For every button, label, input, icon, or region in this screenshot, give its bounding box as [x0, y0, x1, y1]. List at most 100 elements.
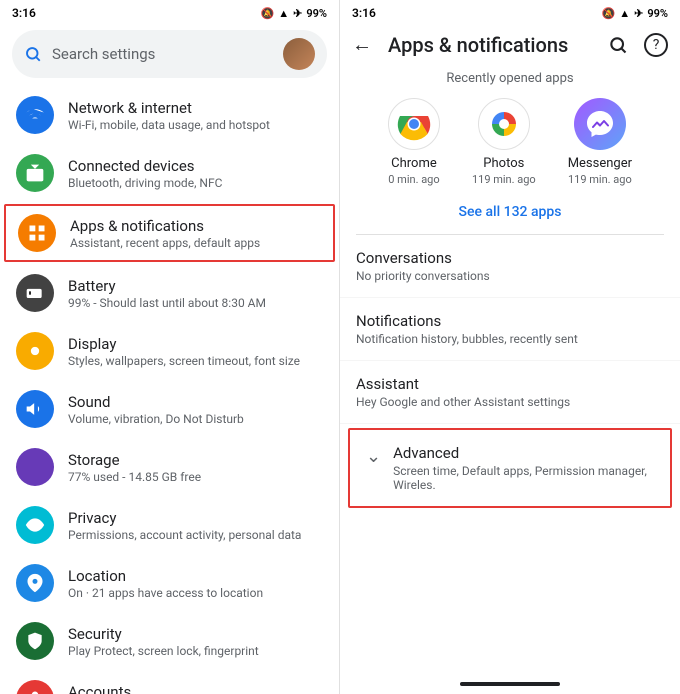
- app-messenger[interactable]: Messenger 119 min. ago: [568, 98, 632, 186]
- security-subtitle: Play Protect, screen lock, fingerprint: [68, 644, 323, 658]
- settings-item-apps[interactable]: Apps & notifications Assistant, recent a…: [4, 204, 335, 262]
- settings-item-accounts[interactable]: Accounts WhatsApp, Google, and Duo...: [0, 670, 339, 694]
- chevron-down-icon: ⌄: [366, 446, 381, 467]
- battery-text: Battery 99% - Should last until about 8:…: [68, 277, 323, 310]
- network-title: Network & internet: [68, 99, 323, 117]
- devices-title: Connected devices: [68, 157, 323, 175]
- menu-item-conversations[interactable]: Conversations No priority conversations: [340, 235, 680, 298]
- settings-item-network[interactable]: Network & internet Wi-Fi, mobile, data u…: [0, 86, 339, 144]
- devices-icon: [16, 154, 54, 192]
- app-chrome[interactable]: Chrome 0 min. ago: [388, 98, 440, 186]
- apps-text: Apps & notifications Assistant, recent a…: [70, 217, 321, 250]
- wifi-icon: ▲: [278, 7, 289, 20]
- messenger-time: 119 min. ago: [568, 173, 632, 186]
- photos-icon-circle: [478, 98, 530, 150]
- back-button[interactable]: ←: [352, 32, 372, 57]
- right-wifi-icon: ▲: [619, 7, 630, 20]
- messenger-svg: [585, 109, 615, 139]
- storage-icon: [16, 448, 54, 486]
- chrome-name: Chrome: [391, 156, 437, 171]
- app-icons-row: Chrome 0 min. ago Photos 119 min. ago: [340, 98, 680, 194]
- right-battery-icon: 99%: [647, 7, 668, 20]
- header-search-icon[interactable]: [608, 35, 628, 55]
- chrome-svg: [396, 106, 432, 142]
- settings-item-storage[interactable]: Storage 77% used - 14.85 GB free: [0, 438, 339, 496]
- see-all-link[interactable]: See all 132 apps: [340, 194, 680, 234]
- photos-svg: [486, 106, 522, 142]
- apps-title: Apps & notifications: [70, 217, 321, 235]
- assistant-title: Assistant: [356, 375, 664, 393]
- right-status-bar: 3:16 🔕 ▲ ✈ 99%: [340, 0, 680, 24]
- notifications-title: Notifications: [356, 312, 664, 330]
- search-icon: [24, 45, 42, 63]
- search-placeholder: Search settings: [52, 45, 273, 63]
- display-icon: [16, 332, 54, 370]
- devices-text: Connected devices Bluetooth, driving mod…: [68, 157, 323, 190]
- right-header-title: Apps & notifications: [388, 33, 592, 57]
- right-status-icons: 🔕 ▲ ✈ 99%: [602, 7, 669, 20]
- advanced-item[interactable]: ⌄ Advanced Screen time, Default apps, Pe…: [348, 428, 672, 508]
- app-photos[interactable]: Photos 119 min. ago: [472, 98, 536, 186]
- conversations-title: Conversations: [356, 249, 664, 267]
- display-text: Display Styles, wallpapers, screen timeo…: [68, 335, 323, 368]
- header-icons: ?: [608, 33, 668, 57]
- storage-subtitle: 77% used - 14.85 GB free: [68, 470, 323, 484]
- location-text: Location On · 21 apps have access to loc…: [68, 567, 323, 600]
- accounts-text: Accounts WhatsApp, Google, and Duo...: [68, 683, 323, 694]
- right-time: 3:16: [352, 6, 376, 20]
- left-time: 3:16: [12, 6, 36, 20]
- apps-subtitle: Assistant, recent apps, default apps: [70, 236, 321, 250]
- storage-text: Storage 77% used - 14.85 GB free: [68, 451, 323, 484]
- settings-item-sound[interactable]: Sound Volume, vibration, Do Not Disturb: [0, 380, 339, 438]
- header-help-icon[interactable]: ?: [644, 33, 668, 57]
- avatar[interactable]: [283, 38, 315, 70]
- battery-icon: 99%: [306, 7, 327, 20]
- settings-item-battery[interactable]: Battery 99% - Should last until about 8:…: [0, 264, 339, 322]
- privacy-icon: [16, 506, 54, 544]
- security-icon: [16, 622, 54, 660]
- advanced-text: Advanced Screen time, Default apps, Perm…: [393, 444, 654, 492]
- right-header: ← Apps & notifications ?: [340, 24, 680, 67]
- assistant-subtitle: Hey Google and other Assistant settings: [356, 395, 664, 409]
- accounts-title: Accounts: [68, 683, 323, 694]
- network-text: Network & internet Wi-Fi, mobile, data u…: [68, 99, 323, 132]
- bottom-bar: [340, 670, 680, 694]
- menu-item-assistant[interactable]: Assistant Hey Google and other Assistant…: [340, 361, 680, 424]
- airplane-icon: ✈: [293, 7, 302, 20]
- chrome-icon-circle: [388, 98, 440, 150]
- settings-item-devices[interactable]: Connected devices Bluetooth, driving mod…: [0, 144, 339, 202]
- privacy-subtitle: Permissions, account activity, personal …: [68, 528, 323, 542]
- accounts-icon: [16, 680, 54, 694]
- network-subtitle: Wi-Fi, mobile, data usage, and hotspot: [68, 118, 323, 132]
- recently-opened-label: Recently opened apps: [340, 67, 680, 98]
- settings-list: Network & internet Wi-Fi, mobile, data u…: [0, 86, 339, 694]
- privacy-text: Privacy Permissions, account activity, p…: [68, 509, 323, 542]
- settings-item-location[interactable]: Location On · 21 apps have access to loc…: [0, 554, 339, 612]
- battery-icon-circle: [16, 274, 54, 312]
- display-subtitle: Styles, wallpapers, screen timeout, font…: [68, 354, 323, 368]
- privacy-title: Privacy: [68, 509, 323, 527]
- location-subtitle: On · 21 apps have access to location: [68, 586, 323, 600]
- photos-time: 119 min. ago: [472, 173, 536, 186]
- devices-subtitle: Bluetooth, driving mode, NFC: [68, 176, 323, 190]
- photos-name: Photos: [483, 156, 524, 171]
- menu-item-notifications[interactable]: Notifications Notification history, bubb…: [340, 298, 680, 361]
- left-status-bar: 3:16 🔕 ▲ ✈ 99%: [0, 0, 339, 24]
- search-bar[interactable]: Search settings: [12, 30, 327, 78]
- right-panel: 3:16 🔕 ▲ ✈ 99% ← Apps & notifications ? …: [340, 0, 680, 694]
- battery-subtitle: 99% - Should last until about 8:30 AM: [68, 296, 323, 310]
- advanced-title: Advanced: [393, 444, 654, 462]
- chrome-time: 0 min. ago: [388, 173, 439, 186]
- right-airplane-icon: ✈: [634, 7, 643, 20]
- left-panel: 3:16 🔕 ▲ ✈ 99% Search settings Network &…: [0, 0, 340, 694]
- bottom-indicator: [460, 682, 560, 686]
- right-mute-icon: 🔕: [602, 7, 616, 20]
- settings-item-display[interactable]: Display Styles, wallpapers, screen timeo…: [0, 322, 339, 380]
- battery-title: Battery: [68, 277, 323, 295]
- settings-item-privacy[interactable]: Privacy Permissions, account activity, p…: [0, 496, 339, 554]
- mute-icon: 🔕: [261, 7, 275, 20]
- sound-text: Sound Volume, vibration, Do Not Disturb: [68, 393, 323, 426]
- settings-item-security[interactable]: Security Play Protect, screen lock, fing…: [0, 612, 339, 670]
- advanced-subtitle: Screen time, Default apps, Permission ma…: [393, 464, 654, 492]
- security-text: Security Play Protect, screen lock, fing…: [68, 625, 323, 658]
